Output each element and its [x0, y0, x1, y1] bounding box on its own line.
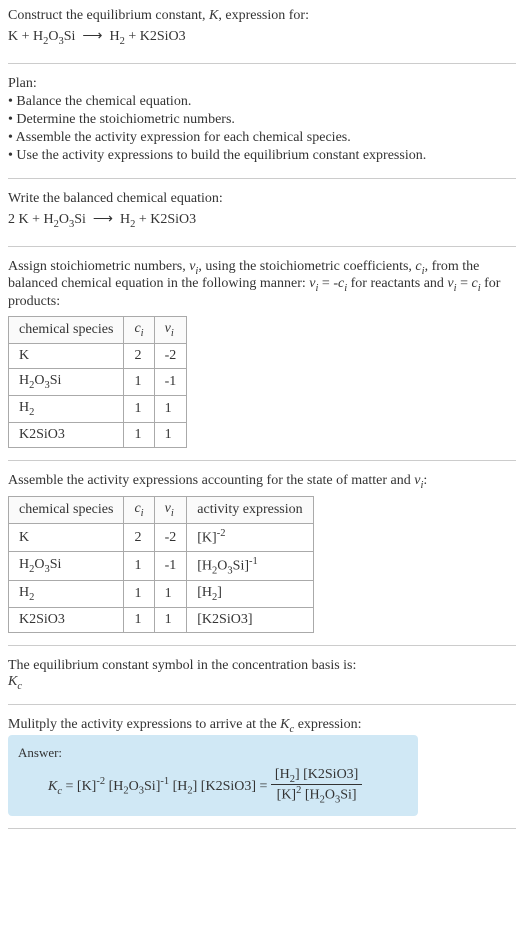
cell-expr: [H2O3Si]-1: [187, 551, 313, 580]
plan-item: • Determine the stoichiometric numbers.: [8, 112, 516, 128]
symbol-section: The equilibrium constant symbol in the c…: [8, 658, 516, 705]
stoich-heading: Assign stoichiometric numbers, νi, using…: [8, 259, 516, 311]
cell-vi: 1: [154, 422, 187, 447]
cell-vi: -2: [154, 343, 187, 368]
answer-expression: Kc = [K]-2 [H2O3Si]-1 [H2] [K2SiO3] = [H…: [18, 767, 408, 806]
cell-expr: [K2SiO3]: [187, 608, 313, 633]
symbol-line1: The equilibrium constant symbol in the c…: [8, 658, 516, 674]
table-row: K 2 -2 [K]-2: [9, 524, 314, 552]
col-vi: νi: [154, 497, 187, 524]
cell-ci: 1: [124, 395, 154, 422]
balanced-heading: Write the balanced chemical equation:: [8, 191, 516, 207]
balanced-equation: 2 K + H2O3Si ⟶ H2 + K2SiO3: [8, 211, 516, 230]
table-row: H2 1 1: [9, 395, 187, 422]
cell-ci: 2: [124, 524, 154, 552]
col-ci: ci: [124, 317, 154, 344]
activity-heading: Assemble the activity expressions accoun…: [8, 473, 516, 491]
multiply-section: Mulitply the activity expressions to arr…: [8, 717, 516, 829]
cell-vi: 1: [154, 608, 187, 633]
cell-species: H2O3Si: [9, 551, 124, 580]
answer-label: Answer:: [18, 745, 408, 761]
plan-item: • Assemble the activity expression for e…: [8, 130, 516, 146]
plan-item: • Balance the chemical equation.: [8, 94, 516, 110]
cell-species: K: [9, 524, 124, 552]
cell-expr: [H2]: [187, 581, 313, 608]
cell-ci: 1: [124, 581, 154, 608]
col-expr: activity expression: [187, 497, 313, 524]
plan-heading: Plan:: [8, 76, 516, 92]
cell-vi: -2: [154, 524, 187, 552]
intro-equation: K + H2O3Si ⟶ H2 + K2SiO3: [8, 28, 516, 47]
stoich-section: Assign stoichiometric numbers, νi, using…: [8, 259, 516, 461]
cell-expr: [K]-2: [187, 524, 313, 552]
activity-section: Assemble the activity expressions accoun…: [8, 473, 516, 647]
cell-species: H2: [9, 395, 124, 422]
col-species: chemical species: [9, 317, 124, 344]
cell-vi: -1: [154, 368, 187, 395]
cell-species: K2SiO3: [9, 422, 124, 447]
cell-species: K: [9, 343, 124, 368]
col-species: chemical species: [9, 497, 124, 524]
cell-ci: 1: [124, 422, 154, 447]
table-header-row: chemical species ci νi activity expressi…: [9, 497, 314, 524]
cell-ci: 2: [124, 343, 154, 368]
cell-species: H2: [9, 581, 124, 608]
table-row: H2O3Si 1 -1: [9, 368, 187, 395]
fraction: [H2] [K2SiO3] [K]2 [H2O3Si]: [271, 767, 362, 806]
activity-table: chemical species ci νi activity expressi…: [8, 496, 314, 633]
table-header-row: chemical species ci νi: [9, 317, 187, 344]
fraction-den: [K]2 [H2O3Si]: [271, 785, 362, 805]
plan-item: • Use the activity expressions to build …: [8, 148, 516, 164]
symbol-line2: Kc: [8, 674, 516, 692]
cell-species: H2O3Si: [9, 368, 124, 395]
intro-section: Construct the equilibrium constant, K, e…: [8, 8, 516, 64]
cell-ci: 1: [124, 608, 154, 633]
col-vi: νi: [154, 317, 187, 344]
cell-vi: 1: [154, 395, 187, 422]
table-row: H2 1 1 [H2]: [9, 581, 314, 608]
table-row: K2SiO3 1 1: [9, 422, 187, 447]
intro-line1: Construct the equilibrium constant, K, e…: [8, 8, 516, 24]
stoich-table: chemical species ci νi K 2 -2 H2O3Si 1 -…: [8, 316, 187, 447]
plan-section: Plan: • Balance the chemical equation. •…: [8, 76, 516, 179]
cell-species: K2SiO3: [9, 608, 124, 633]
cell-vi: 1: [154, 581, 187, 608]
cell-vi: -1: [154, 551, 187, 580]
answer-box: Answer: Kc = [K]-2 [H2O3Si]-1 [H2] [K2Si…: [8, 735, 418, 816]
balanced-section: Write the balanced chemical equation: 2 …: [8, 191, 516, 247]
multiply-heading: Mulitply the activity expressions to arr…: [8, 717, 516, 735]
cell-ci: 1: [124, 551, 154, 580]
table-row: H2O3Si 1 -1 [H2O3Si]-1: [9, 551, 314, 580]
cell-ci: 1: [124, 368, 154, 395]
fraction-num: [H2] [K2SiO3]: [271, 767, 362, 786]
table-row: K2SiO3 1 1 [K2SiO3]: [9, 608, 314, 633]
table-row: K 2 -2: [9, 343, 187, 368]
col-ci: ci: [124, 497, 154, 524]
